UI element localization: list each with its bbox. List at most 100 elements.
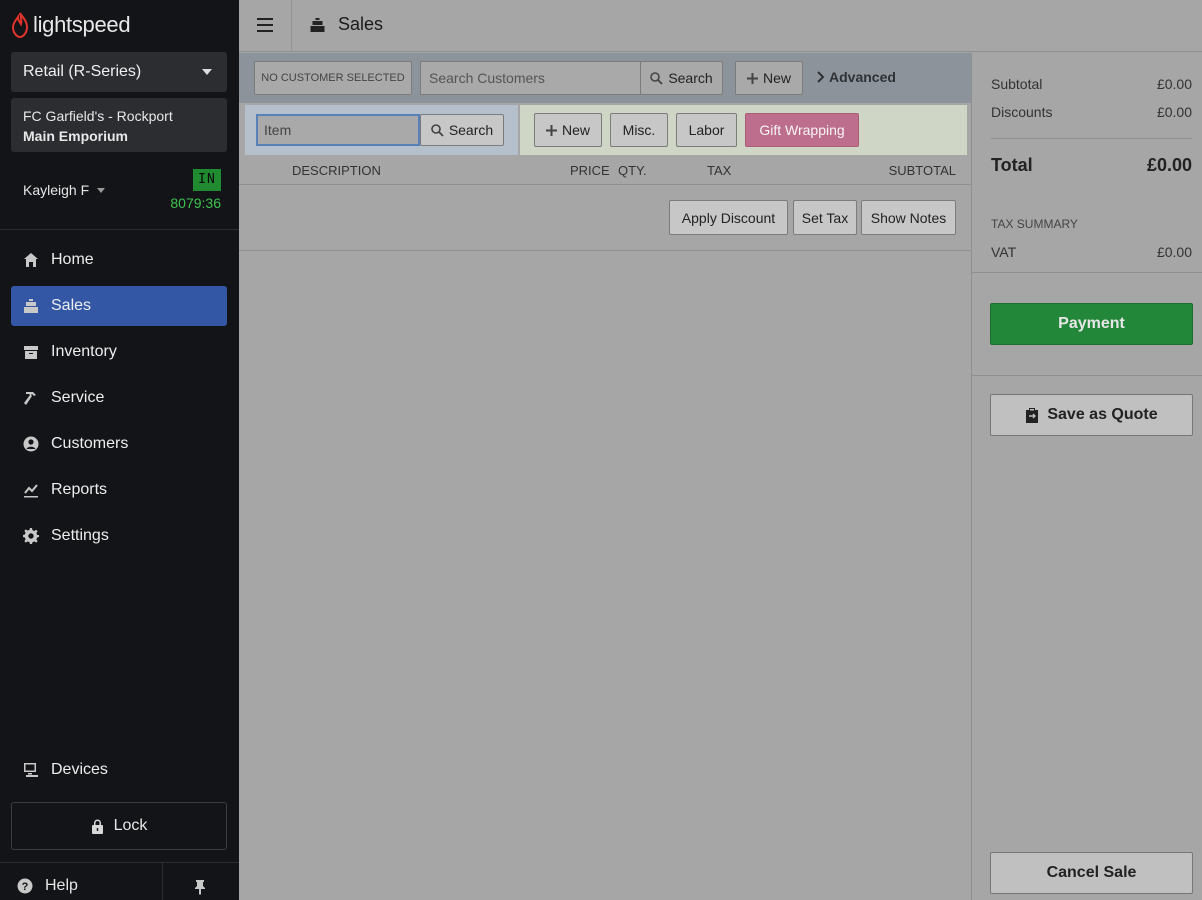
sidebar-item-label: Service bbox=[51, 389, 105, 406]
save-as-quote-button[interactable]: Save as Quote bbox=[990, 394, 1193, 436]
subtotal-row: Subtotal £0.00 bbox=[991, 76, 1192, 92]
column-price: PRICE bbox=[570, 163, 610, 178]
sidebar-item-reports[interactable]: Reports bbox=[11, 470, 227, 510]
sidebar-item-home[interactable]: Home bbox=[11, 240, 227, 280]
column-tax: TAX bbox=[707, 163, 732, 178]
svg-text:?: ? bbox=[22, 881, 29, 893]
clock-status-badge[interactable]: IN bbox=[193, 169, 221, 191]
sidebar-item-label: Settings bbox=[51, 527, 109, 544]
user-menu[interactable]: Kayleigh F bbox=[23, 182, 106, 198]
store-selector[interactable]: FC Garfield's - Rockport Main Emporium bbox=[11, 98, 227, 152]
chart-icon bbox=[24, 484, 38, 498]
column-description: DESCRIPTION bbox=[292, 163, 381, 178]
advanced-toggle[interactable]: Advanced bbox=[817, 69, 896, 85]
customer-search-input[interactable]: Search Customers bbox=[420, 61, 641, 95]
payment-button[interactable]: Payment bbox=[990, 303, 1193, 345]
sidebar-item-label: Home bbox=[51, 251, 94, 268]
lock-icon bbox=[91, 819, 103, 834]
column-qty: QTY. bbox=[618, 163, 647, 178]
help-icon: ? bbox=[17, 878, 33, 894]
summary-divider bbox=[972, 375, 1202, 376]
plus-icon bbox=[545, 124, 557, 136]
discounts-row: Discounts £0.00 bbox=[991, 104, 1192, 120]
footer-separator bbox=[162, 862, 163, 900]
shop-selector-label: Retail (R-Series) bbox=[23, 63, 142, 80]
topbar-separator bbox=[291, 0, 292, 52]
top-bar: Sales bbox=[239, 0, 1202, 52]
page-title: Sales bbox=[309, 14, 383, 35]
sidebar-item-label: Inventory bbox=[51, 343, 117, 360]
flame-logo-icon bbox=[11, 12, 29, 38]
gear-icon bbox=[23, 528, 39, 544]
search-icon bbox=[431, 123, 444, 137]
user-circle-icon bbox=[23, 436, 39, 452]
summary-divider bbox=[972, 272, 1202, 273]
gift-wrapping-button[interactable]: Gift Wrapping bbox=[745, 113, 859, 147]
advanced-label: Advanced bbox=[829, 69, 896, 85]
sidebar-item-service[interactable]: Service bbox=[11, 378, 227, 418]
help-label: Help bbox=[45, 877, 78, 894]
sidebar-item-devices[interactable]: Devices bbox=[11, 750, 227, 790]
sale-summary-panel: Subtotal £0.00 Discounts £0.00 Total £0.… bbox=[971, 53, 1202, 900]
labor-button[interactable]: Labor bbox=[676, 113, 737, 147]
register-icon bbox=[24, 299, 38, 313]
pin-icon bbox=[195, 880, 205, 895]
sidebar-item-label: Devices bbox=[51, 761, 108, 778]
customer-search-button[interactable]: Search bbox=[640, 61, 723, 95]
hamburger-menu-icon[interactable] bbox=[257, 18, 273, 32]
sidebar-item-sales[interactable]: Sales bbox=[11, 286, 227, 326]
sidebar-item-inventory[interactable]: Inventory bbox=[11, 332, 227, 372]
home-icon bbox=[24, 253, 38, 267]
sidebar-nav: Home Sales Inventory Service Customers R… bbox=[11, 240, 227, 562]
page-title-text: Sales bbox=[338, 14, 384, 34]
store-name: FC Garfield's - Rockport bbox=[23, 108, 173, 124]
help-link[interactable]: ? Help bbox=[17, 877, 78, 895]
total-row: Total £0.00 bbox=[991, 155, 1192, 176]
sidebar-divider bbox=[0, 862, 239, 863]
vat-label: VAT bbox=[991, 244, 1017, 260]
column-subtotal: SUBTOTAL bbox=[888, 163, 956, 178]
discounts-label: Discounts bbox=[991, 104, 1053, 120]
new-label: New bbox=[762, 70, 791, 86]
sidebar-item-label: Reports bbox=[51, 481, 108, 498]
user-name: Kayleigh F bbox=[23, 182, 90, 198]
show-notes-button[interactable]: Show Notes bbox=[861, 200, 956, 235]
sidebar-item-label: Customers bbox=[51, 435, 129, 452]
caret-down-icon bbox=[97, 187, 106, 193]
customer-bar: NO CUSTOMER SELECTED Search Customers Se… bbox=[239, 53, 971, 103]
pin-button[interactable] bbox=[193, 879, 207, 900]
devices-icon bbox=[24, 763, 38, 777]
tax-summary-heading: TAX SUMMARY bbox=[991, 217, 1078, 231]
search-label: Search bbox=[668, 70, 713, 86]
summary-divider bbox=[991, 138, 1192, 139]
inventory-icon bbox=[24, 346, 38, 359]
clipboard-icon bbox=[1026, 408, 1039, 423]
clock-timer: 8079:36 bbox=[170, 195, 221, 211]
lock-button[interactable]: Lock bbox=[11, 802, 227, 850]
register-name: Main Emporium bbox=[23, 128, 129, 144]
plus-icon bbox=[746, 72, 758, 84]
brand-name: lightspeed bbox=[33, 12, 131, 37]
new-customer-button[interactable]: New bbox=[735, 61, 803, 95]
item-search-button[interactable]: Search bbox=[420, 114, 504, 146]
cancel-sale-button[interactable]: Cancel Sale bbox=[990, 852, 1193, 894]
hammer-icon bbox=[24, 392, 36, 405]
sidebar-item-customers[interactable]: Customers bbox=[11, 424, 227, 464]
devices-section: Devices bbox=[11, 750, 227, 796]
sale-actions-row: Apply Discount Set Tax Show Notes bbox=[239, 185, 971, 251]
search-label: Search bbox=[448, 122, 494, 138]
misc-button[interactable]: Misc. bbox=[610, 113, 668, 147]
new-item-button[interactable]: New bbox=[534, 113, 602, 147]
set-tax-button[interactable]: Set Tax bbox=[793, 200, 857, 235]
brand-logo[interactable]: lightspeed bbox=[11, 12, 131, 38]
register-icon bbox=[310, 17, 325, 32]
vat-value: £0.00 bbox=[1156, 244, 1192, 260]
sale-lines-header: DESCRIPTION PRICE QTY. TAX SUBTOTAL bbox=[239, 156, 971, 185]
no-customer-selected-button[interactable]: NO CUSTOMER SELECTED bbox=[254, 61, 412, 95]
apply-discount-button[interactable]: Apply Discount bbox=[669, 200, 788, 235]
sidebar-item-settings[interactable]: Settings bbox=[11, 516, 227, 556]
item-search-input[interactable]: Item bbox=[256, 114, 420, 146]
chevron-right-icon bbox=[817, 71, 825, 83]
shop-selector[interactable]: Retail (R-Series) bbox=[11, 52, 227, 92]
vat-row: VAT £0.00 bbox=[991, 244, 1192, 260]
